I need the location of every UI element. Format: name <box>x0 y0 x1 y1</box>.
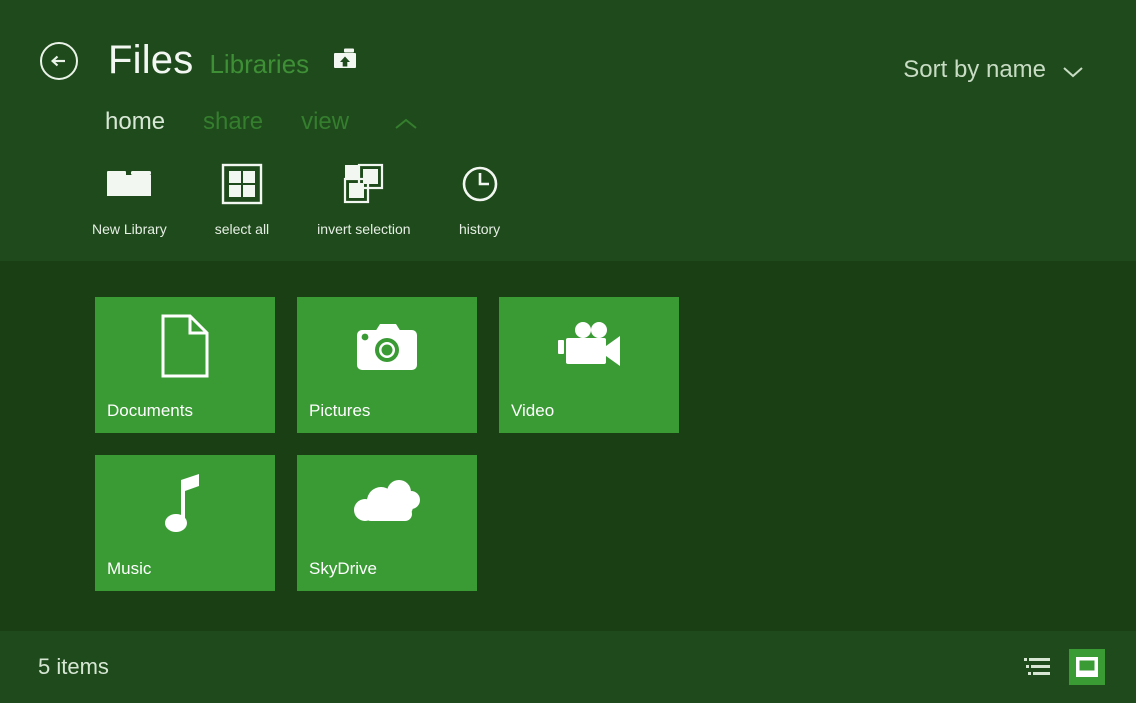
cloud-icon <box>297 465 477 543</box>
ribbon-command-group: New Library select all invert selection … <box>86 158 507 236</box>
view-mode-toggle-group <box>1019 649 1105 685</box>
ribbon-label: select all <box>214 221 270 237</box>
sort-by-label: Sort by name <box>903 56 1046 83</box>
tile-label: Video <box>511 401 555 421</box>
tab-view[interactable]: view <box>301 110 349 134</box>
status-bar: 5 items <box>0 631 1136 703</box>
title-group: Files Libraries <box>108 40 359 80</box>
large-icons-view-button[interactable] <box>1069 649 1105 685</box>
ribbon-tab-bar: home share view <box>105 110 419 134</box>
ribbon-label: history <box>458 221 501 237</box>
ribbon-label: invert selection <box>317 221 411 237</box>
files-app-window: Files Libraries Sort by name home share … <box>0 0 1136 703</box>
title-bar: Files Libraries Sort by name <box>0 0 1136 100</box>
details-list-view-icon <box>1024 658 1050 675</box>
document-page-icon <box>95 307 275 385</box>
breadcrumb: Libraries <box>209 49 310 79</box>
folder-icon <box>103 158 155 210</box>
library-tile-documents[interactable]: Documents <box>95 297 275 433</box>
library-content-area: Documents Pictures Video Music SkyDrive <box>0 261 1136 631</box>
library-tile-video[interactable]: Video <box>499 297 679 433</box>
ribbon-button-select-all[interactable]: select all <box>209 158 275 236</box>
tab-share[interactable]: share <box>203 110 263 134</box>
movie-camera-icon <box>499 307 679 385</box>
library-tile-grid: Documents Pictures Video Music SkyDrive <box>95 297 735 591</box>
tile-label: SkyDrive <box>309 559 378 579</box>
library-tile-pictures[interactable]: Pictures <box>297 297 477 433</box>
details-list-view-button[interactable] <box>1019 649 1055 685</box>
tile-label: Documents <box>107 401 193 421</box>
item-count-label: 5 items <box>38 654 109 679</box>
chevron-up-icon[interactable] <box>393 117 419 131</box>
header-ribbon-region: Files Libraries Sort by name home share … <box>0 0 1136 261</box>
chevron-down-icon <box>1062 65 1084 79</box>
camera-icon <box>297 307 477 385</box>
ribbon-label: New Library <box>92 221 167 237</box>
library-tile-music[interactable]: Music <box>95 455 275 591</box>
sort-by-dropdown[interactable]: Sort by name <box>903 58 1084 82</box>
tab-home[interactable]: home <box>105 110 165 134</box>
music-note-icon <box>95 465 275 543</box>
clock-history-icon <box>459 158 501 210</box>
back-button[interactable] <box>39 41 79 81</box>
ribbon-button-invert-selection[interactable]: invert selection <box>311 158 416 236</box>
select-all-grid-icon <box>221 158 263 210</box>
ribbon-button-history[interactable]: history <box>453 158 507 236</box>
up-one-level-icon[interactable] <box>331 47 359 71</box>
large-icons-view-icon <box>1076 657 1098 677</box>
tile-label: Pictures <box>309 401 371 421</box>
invert-selection-icon <box>341 158 387 210</box>
library-tile-skydrive[interactable]: SkyDrive <box>297 455 477 591</box>
page-title: Files <box>108 38 194 82</box>
ribbon-button-new-library[interactable]: New Library <box>86 158 173 236</box>
tile-label: Music <box>107 559 152 579</box>
